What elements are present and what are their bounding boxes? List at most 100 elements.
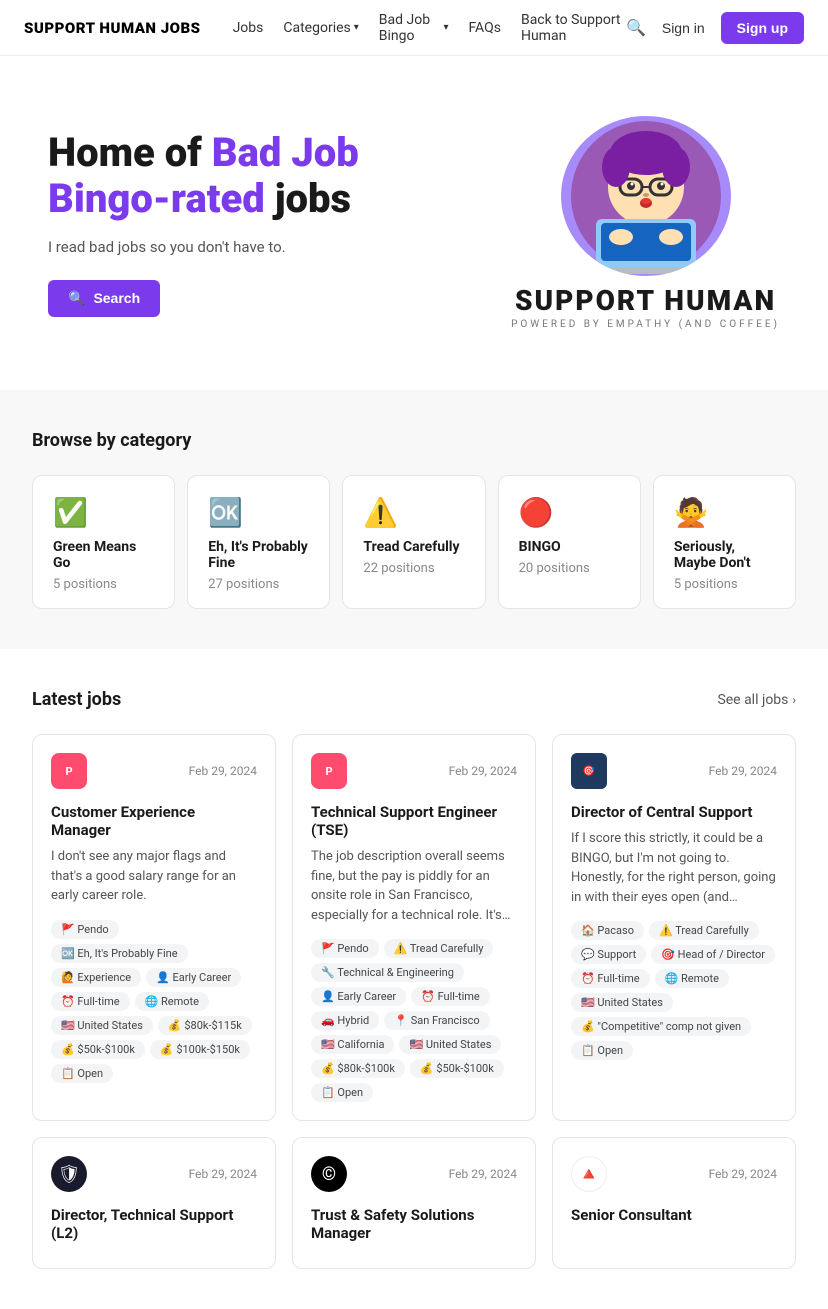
categories-grid: ✅ Green Means Go 5 positions 🆗 Eh, It's … <box>32 475 796 609</box>
job-tag: 🇺🇸 United States <box>399 1035 501 1054</box>
see-all-jobs-link[interactable]: See all jobs › <box>717 692 796 708</box>
job-title: Customer Experience Manager <box>51 803 257 839</box>
job-tag: ⏰ Full-time <box>51 992 130 1011</box>
job-date: Feb 29, 2024 <box>189 1167 257 1181</box>
category-count: 27 positions <box>208 577 309 592</box>
job-tag: 💰 $100k-$150k <box>150 1040 250 1059</box>
job-card[interactable]: 🔺 Feb 29, 2024 Senior Consultant <box>552 1137 796 1269</box>
category-card[interactable]: ✅ Green Means Go 5 positions <box>32 475 175 609</box>
category-card[interactable]: ⚠️ Tread Carefully 22 positions <box>342 475 485 609</box>
job-date: Feb 29, 2024 <box>709 1167 777 1181</box>
category-card[interactable]: 🙅 Seriously, Maybe Don't 5 positions <box>653 475 796 609</box>
job-title: Director, Technical Support (L2) <box>51 1206 257 1242</box>
job-tag: 🇺🇸 California <box>311 1035 394 1054</box>
job-card-header: 🛡 Feb 29, 2024 <box>51 1156 257 1192</box>
see-all-label: See all jobs <box>717 692 788 708</box>
search-button-label: Search <box>93 290 140 306</box>
job-title: Senior Consultant <box>571 1206 777 1224</box>
job-tag: 👤 Early Career <box>146 968 241 987</box>
signup-button[interactable]: Sign up <box>721 12 804 44</box>
job-tag: ⏰ Full-time <box>571 969 650 988</box>
job-tags: 🚩 Pendo🆗 Eh, It's Probably Fine🙋 Experie… <box>51 920 257 1083</box>
nav-faqs[interactable]: FAQs <box>468 20 501 36</box>
job-tag: 🚩 Pendo <box>311 939 379 958</box>
job-tag: 🔧 Technical & Engineering <box>311 963 464 982</box>
job-card-header: 🔺 Feb 29, 2024 <box>571 1156 777 1192</box>
job-card-header: 🎯 Feb 29, 2024 <box>571 753 777 789</box>
job-tag: 📋 Open <box>51 1064 113 1083</box>
job-card-header: P Feb 29, 2024 <box>51 753 257 789</box>
job-card-header: P Feb 29, 2024 <box>311 753 517 789</box>
job-logo: 🛡 <box>51 1156 87 1192</box>
job-date: Feb 29, 2024 <box>709 764 777 778</box>
job-tag: 💰 "Competitive" comp not given <box>571 1017 751 1036</box>
categories-title: Browse by category <box>32 430 796 451</box>
category-emoji: 🔴 <box>519 496 620 529</box>
job-card[interactable]: P Feb 29, 2024 Technical Support Enginee… <box>292 734 536 1121</box>
job-tag: 📍 San Francisco <box>384 1011 489 1030</box>
brand-sub: POWERED BY EMPATHY (AND COFFEE) <box>511 319 780 330</box>
job-tags: 🏠 Pacaso⚠️ Tread Carefully💬 Support🎯 Hea… <box>571 921 777 1060</box>
hero-section: Home of Bad Job Bingo-rated jobs I read … <box>0 56 828 390</box>
nav-links: Jobs Categories Bad Job Bingo FAQs Back … <box>233 12 626 44</box>
mascot-illustration <box>561 116 731 276</box>
job-tag: 💰 $80k-$100k <box>311 1059 405 1078</box>
category-name: Seriously, Maybe Don't <box>674 539 775 571</box>
job-tag: 🇺🇸 United States <box>51 1016 153 1035</box>
job-tag: 🌐 Remote <box>135 992 209 1011</box>
jobs-grid: P Feb 29, 2024 Customer Experience Manag… <box>32 734 796 1269</box>
job-tag: 🌐 Remote <box>655 969 729 988</box>
job-card-header: © Feb 29, 2024 <box>311 1156 517 1192</box>
signin-button[interactable]: Sign in <box>662 20 705 36</box>
job-title: Director of Central Support <box>571 803 777 821</box>
job-date: Feb 29, 2024 <box>449 1167 517 1181</box>
categories-section: Browse by category ✅ Green Means Go 5 po… <box>0 390 828 649</box>
job-tag: 💰 $80k-$115k <box>158 1016 252 1035</box>
job-tag: 🎯 Head of / Director <box>651 945 775 964</box>
search-button[interactable]: 🔍 Search <box>48 280 160 317</box>
category-emoji: 🆗 <box>208 496 309 529</box>
site-logo[interactable]: SUPPORT HUMAN JOBS <box>24 19 201 37</box>
job-date: Feb 29, 2024 <box>449 764 517 778</box>
job-tag: 📋 Open <box>311 1083 373 1102</box>
support-human-logo: SUPPORT HUMAN POWERED BY EMPATHY (AND CO… <box>511 116 780 330</box>
category-count: 22 positions <box>363 561 464 576</box>
latest-jobs-title: Latest jobs <box>32 689 717 710</box>
job-card[interactable]: 🎯 Feb 29, 2024 Director of Central Suppo… <box>552 734 796 1121</box>
category-emoji: ⚠️ <box>363 496 464 529</box>
category-emoji: 🙅 <box>674 496 775 529</box>
search-icon[interactable]: 🔍 <box>626 18 646 37</box>
nav-jobs[interactable]: Jobs <box>233 20 264 36</box>
job-tag: 🏠 Pacaso <box>571 921 644 940</box>
job-tag: 💰 $50k-$100k <box>410 1059 504 1078</box>
category-name: Green Means Go <box>53 539 154 571</box>
nav-back-to-support-human[interactable]: Back to Support Human <box>521 12 626 44</box>
category-card[interactable]: 🔴 BINGO 20 positions <box>498 475 641 609</box>
hero-text: Home of Bad Job Bingo-rated jobs I read … <box>48 130 471 317</box>
job-logo: P <box>51 753 87 789</box>
job-tag: 👤 Early Career <box>311 987 406 1006</box>
hero-title-part1: Home of <box>48 129 212 176</box>
job-tag: 🚗 Hybrid <box>311 1011 379 1030</box>
brand-name: SUPPORT HUMAN <box>515 284 776 317</box>
nav-categories[interactable]: Categories <box>283 20 358 36</box>
nav-bad-job-bingo[interactable]: Bad Job Bingo <box>379 12 449 44</box>
job-card[interactable]: P Feb 29, 2024 Customer Experience Manag… <box>32 734 276 1121</box>
category-emoji: ✅ <box>53 496 154 529</box>
job-description: If I score this strictly, it could be a … <box>571 829 777 907</box>
job-tag: 🆗 Eh, It's Probably Fine <box>51 944 188 963</box>
category-card[interactable]: 🆗 Eh, It's Probably Fine 27 positions <box>187 475 330 609</box>
job-card[interactable]: 🛡 Feb 29, 2024 Director, Technical Suppo… <box>32 1137 276 1269</box>
job-description: The job description overall seems fine, … <box>311 847 517 925</box>
job-card[interactable]: © Feb 29, 2024 Trust & Safety Solutions … <box>292 1137 536 1269</box>
hero-image: SUPPORT HUMAN POWERED BY EMPATHY (AND CO… <box>511 116 780 330</box>
nav-actions: 🔍 Sign in Sign up <box>626 12 804 44</box>
job-tag: 🚩 Pendo <box>51 920 119 939</box>
job-tag: ⏰ Full-time <box>411 987 490 1006</box>
category-name: BINGO <box>519 539 620 555</box>
job-tags: 🚩 Pendo⚠️ Tread Carefully🔧 Technical & E… <box>311 939 517 1102</box>
hero-title-part2: jobs <box>265 175 351 222</box>
category-count: 5 positions <box>674 577 775 592</box>
job-logo: 🎯 <box>571 753 607 789</box>
job-title: Technical Support Engineer (TSE) <box>311 803 517 839</box>
